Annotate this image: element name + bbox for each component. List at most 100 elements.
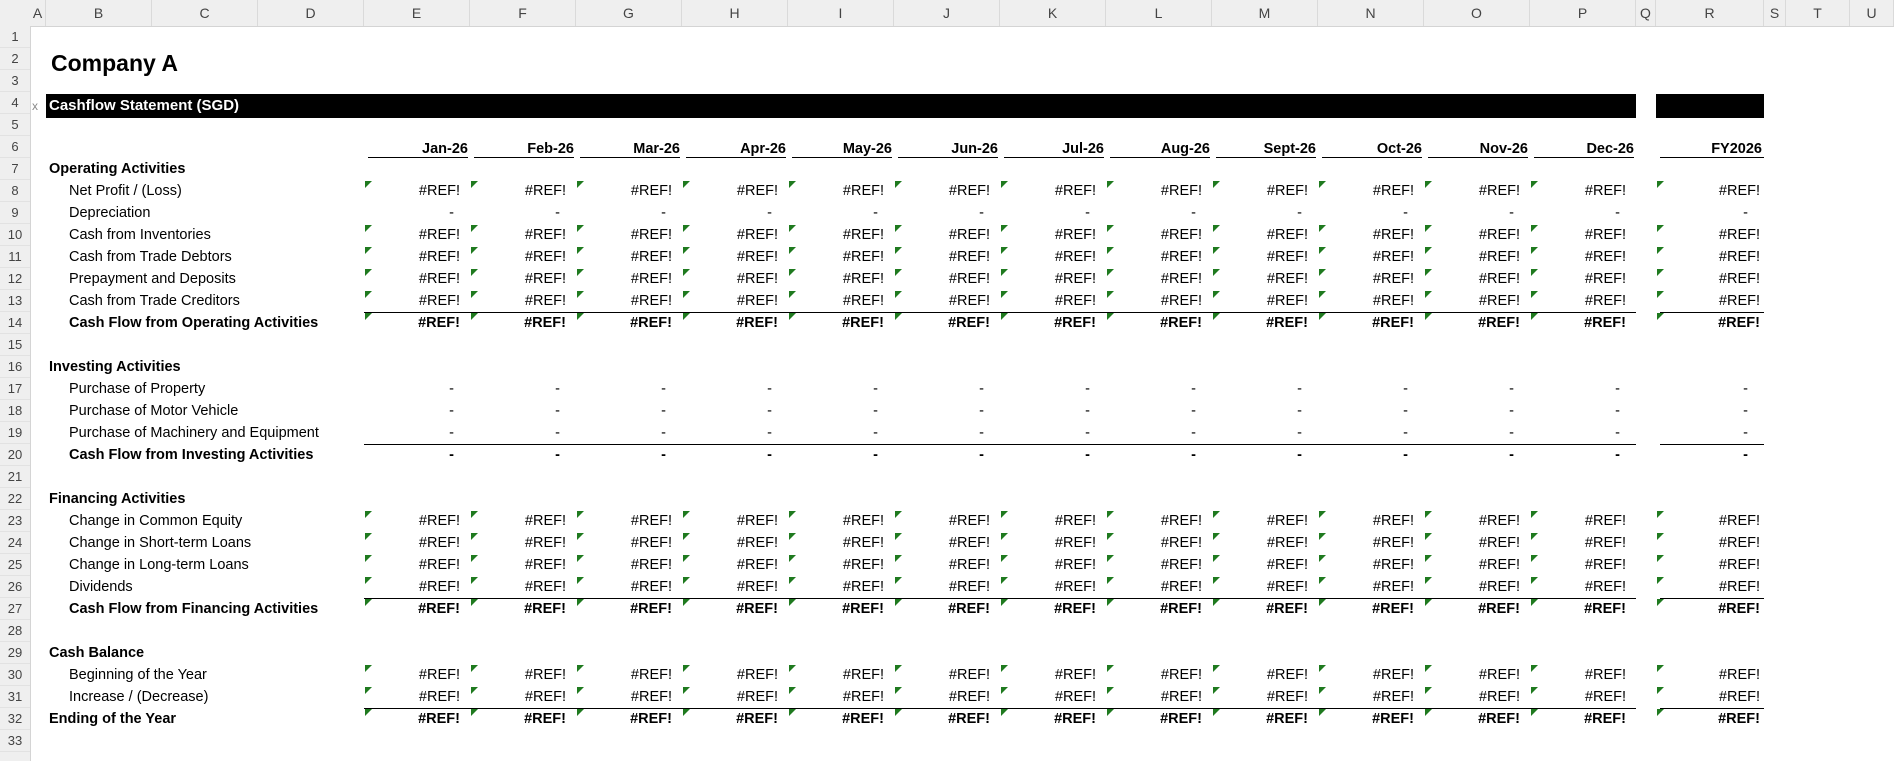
fy-value-cell[interactable]: #REF! [1660, 312, 1760, 334]
value-cell[interactable]: #REF! [470, 510, 566, 532]
value-cell[interactable]: #REF! [470, 708, 566, 730]
value-cell[interactable]: - [364, 202, 454, 224]
value-cell[interactable]: #REF! [1318, 246, 1414, 268]
value-cell[interactable]: #REF! [894, 686, 990, 708]
value-cell[interactable]: #REF! [788, 598, 884, 620]
value-cell[interactable]: #REF! [1424, 576, 1520, 598]
value-cell[interactable]: - [1000, 444, 1090, 466]
value-cell[interactable]: - [1000, 400, 1090, 422]
value-cell[interactable]: #REF! [1212, 686, 1308, 708]
value-cell[interactable]: #REF! [364, 576, 460, 598]
value-cell[interactable]: #REF! [1424, 290, 1520, 312]
value-cell[interactable]: - [1106, 202, 1196, 224]
value-cell[interactable]: #REF! [1318, 554, 1414, 576]
value-cell[interactable]: #REF! [364, 290, 460, 312]
value-cell[interactable]: - [894, 422, 984, 444]
value-cell[interactable]: #REF! [682, 598, 778, 620]
value-cell[interactable]: #REF! [1318, 532, 1414, 554]
value-cell[interactable]: #REF! [1424, 510, 1520, 532]
value-cell[interactable]: #REF! [470, 598, 566, 620]
value-cell[interactable]: - [1424, 422, 1514, 444]
row-header-13[interactable]: 13 [0, 290, 30, 312]
value-cell[interactable]: - [576, 444, 666, 466]
column-header-k[interactable]: K [1000, 0, 1106, 26]
value-cell[interactable]: #REF! [1106, 664, 1202, 686]
value-cell[interactable]: #REF! [1000, 708, 1096, 730]
value-cell[interactable]: - [682, 444, 772, 466]
column-header-l[interactable]: L [1106, 0, 1212, 26]
row-header-1[interactable]: 1 [0, 26, 30, 48]
value-cell[interactable]: #REF! [1106, 268, 1202, 290]
value-cell[interactable]: #REF! [1000, 224, 1096, 246]
spreadsheet[interactable]: ABCDEFGHIJKLMNOPQRSTU 1 2 3 4 5 6 7 8 9 10 11 12 13 1… [0, 0, 1894, 761]
row-header-22[interactable]: 22 [0, 488, 30, 510]
value-cell[interactable]: #REF! [1424, 664, 1520, 686]
row-header-33[interactable]: 33 [0, 730, 30, 752]
value-cell[interactable]: - [682, 378, 772, 400]
value-cell[interactable]: #REF! [1000, 290, 1096, 312]
value-cell[interactable]: #REF! [1000, 532, 1096, 554]
value-cell[interactable]: #REF! [1212, 598, 1308, 620]
column-header-j[interactable]: J [894, 0, 1000, 26]
value-cell[interactable]: #REF! [1318, 664, 1414, 686]
fy-value-cell[interactable]: - [1660, 444, 1748, 466]
column-header-f[interactable]: F [470, 0, 576, 26]
fy-value-cell[interactable]: #REF! [1660, 576, 1760, 598]
row-header-25[interactable]: 25 [0, 554, 30, 576]
value-cell[interactable]: #REF! [1000, 554, 1096, 576]
value-cell[interactable]: #REF! [1000, 246, 1096, 268]
value-cell[interactable]: - [894, 378, 984, 400]
value-cell[interactable]: #REF! [682, 708, 778, 730]
row-header-bar[interactable]: 1 2 3 4 5 6 7 8 9 10 11 12 13 14 15 16 17 18 19 20 21 22 23 24 2… [0, 26, 31, 761]
fy-value-cell[interactable]: - [1660, 422, 1748, 444]
value-cell[interactable]: #REF! [364, 708, 460, 730]
value-cell[interactable]: - [1530, 378, 1620, 400]
value-cell[interactable]: #REF! [1530, 224, 1626, 246]
row-header-9[interactable]: 9 [0, 202, 30, 224]
value-cell[interactable]: #REF! [470, 224, 566, 246]
value-cell[interactable]: #REF! [894, 180, 990, 202]
row-header-10[interactable]: 10 [0, 224, 30, 246]
value-cell[interactable]: - [1106, 444, 1196, 466]
value-cell[interactable]: #REF! [894, 312, 990, 334]
value-cell[interactable]: #REF! [1318, 598, 1414, 620]
value-cell[interactable]: #REF! [364, 598, 460, 620]
value-cell[interactable]: #REF! [1106, 312, 1202, 334]
value-cell[interactable]: #REF! [1530, 268, 1626, 290]
value-cell[interactable]: - [788, 202, 878, 224]
value-cell[interactable]: #REF! [894, 290, 990, 312]
value-cell[interactable]: #REF! [576, 686, 672, 708]
value-cell[interactable]: #REF! [1106, 576, 1202, 598]
row-header-21[interactable]: 21 [0, 466, 30, 488]
value-cell[interactable]: #REF! [1530, 686, 1626, 708]
column-header-i[interactable]: I [788, 0, 894, 26]
value-cell[interactable]: #REF! [1424, 268, 1520, 290]
value-cell[interactable]: - [682, 202, 772, 224]
fy-value-cell[interactable]: - [1660, 378, 1748, 400]
value-cell[interactable]: - [1424, 444, 1514, 466]
value-cell[interactable]: - [1000, 202, 1090, 224]
value-cell[interactable]: #REF! [1106, 686, 1202, 708]
fy-value-cell[interactable]: #REF! [1660, 224, 1760, 246]
value-cell[interactable]: - [1424, 202, 1514, 224]
row-header-11[interactable]: 11 [0, 246, 30, 268]
fy-value-cell[interactable]: #REF! [1660, 510, 1760, 532]
value-cell[interactable]: #REF! [682, 686, 778, 708]
value-cell[interactable]: #REF! [1212, 246, 1308, 268]
value-cell[interactable]: - [576, 202, 666, 224]
value-cell[interactable]: #REF! [1424, 598, 1520, 620]
value-cell[interactable]: - [470, 422, 560, 444]
value-cell[interactable]: #REF! [1106, 554, 1202, 576]
value-cell[interactable]: #REF! [682, 532, 778, 554]
value-cell[interactable]: #REF! [364, 532, 460, 554]
value-cell[interactable]: #REF! [682, 510, 778, 532]
fy-value-cell[interactable]: #REF! [1660, 554, 1760, 576]
value-cell[interactable]: - [1212, 422, 1302, 444]
value-cell[interactable]: - [1530, 202, 1620, 224]
column-header-h[interactable]: H [682, 0, 788, 26]
value-cell[interactable]: #REF! [470, 686, 566, 708]
fy-value-cell[interactable]: #REF! [1660, 290, 1760, 312]
value-cell[interactable]: - [1000, 378, 1090, 400]
value-cell[interactable]: - [1212, 444, 1302, 466]
column-header-p[interactable]: P [1530, 0, 1636, 26]
